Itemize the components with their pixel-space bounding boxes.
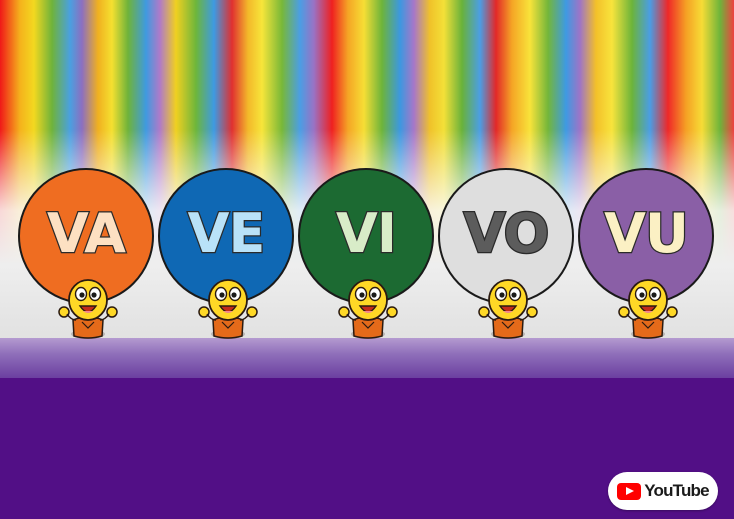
balloon-unit-vi: VI bbox=[298, 168, 438, 343]
syllable-label: VA bbox=[46, 200, 127, 266]
syllable-label: VO bbox=[462, 200, 550, 266]
kid-character bbox=[196, 276, 260, 340]
syllable-label: VU bbox=[603, 200, 690, 266]
balloon-row: VA VE VI VO VU bbox=[0, 168, 734, 348]
kid-character bbox=[336, 276, 400, 340]
youtube-label: YouTube bbox=[644, 481, 709, 500]
syllable-label: VE bbox=[186, 200, 266, 266]
syllable-label: VI bbox=[335, 200, 398, 266]
kid-character bbox=[56, 276, 120, 340]
balloon-unit-va: VA bbox=[18, 168, 158, 343]
balloon-unit-vu: VU bbox=[578, 168, 718, 343]
kid-character bbox=[476, 276, 540, 340]
balloon-unit-vo: VO bbox=[438, 168, 578, 343]
kid-character bbox=[616, 276, 680, 340]
youtube-watermark[interactable]: YouTube bbox=[608, 472, 718, 510]
play-icon bbox=[617, 482, 642, 500]
balloon-unit-ve: VE bbox=[158, 168, 298, 343]
